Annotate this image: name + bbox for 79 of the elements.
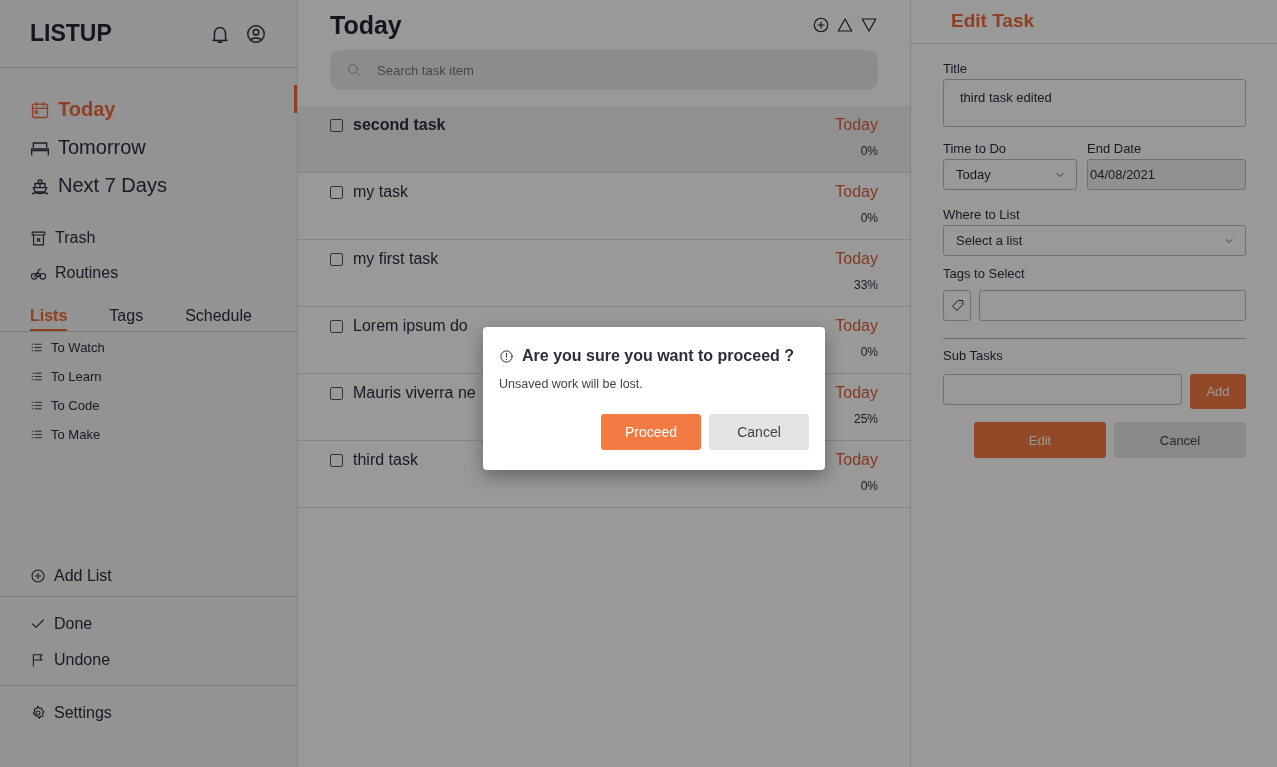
list-dropdown[interactable]: Select a list xyxy=(943,225,1246,256)
due-label: Today xyxy=(835,451,878,469)
due-label: Today xyxy=(835,250,878,268)
tag-button[interactable] xyxy=(943,290,971,321)
add-icon xyxy=(812,16,830,34)
calendar-icon xyxy=(30,99,50,120)
nav-item[interactable]: Routines xyxy=(55,264,119,282)
due-label: Today xyxy=(835,317,878,335)
tags-field[interactable] xyxy=(979,290,1246,321)
nav-item[interactable]: Tomorrow xyxy=(58,136,146,159)
progress-text: 0% xyxy=(860,345,878,359)
progress-text: 0% xyxy=(860,144,878,158)
panel-title: Edit Task xyxy=(951,10,1035,31)
filter-item[interactable]: Undone xyxy=(54,651,111,669)
field-label: Time to Do xyxy=(943,141,1008,156)
checkbox[interactable] xyxy=(330,118,343,132)
list-icon xyxy=(30,399,43,412)
checkbox[interactable] xyxy=(330,319,343,333)
checkbox[interactable] xyxy=(330,252,343,266)
field-label: Sub Tasks xyxy=(943,348,1004,363)
checkbox[interactable] xyxy=(330,386,343,400)
user-icon xyxy=(245,22,267,45)
list-icon xyxy=(30,370,43,383)
field-label: Tags to Select xyxy=(943,266,1026,281)
date-field[interactable]: 04/08/2021 xyxy=(1087,159,1246,190)
settings-link[interactable]: Settings xyxy=(54,704,112,722)
progress-text: 0% xyxy=(860,479,878,493)
tab[interactable]: Tags xyxy=(109,307,144,331)
list-item[interactable]: To Code xyxy=(51,398,100,413)
triangle-down-icon xyxy=(860,16,878,34)
due-label: Today xyxy=(835,384,878,402)
field-label: Where to List xyxy=(943,207,1021,222)
cancel-button[interactable]: Cancel xyxy=(1114,422,1246,458)
list-icon xyxy=(30,428,43,441)
flag-icon xyxy=(30,652,46,668)
task-title: third task xyxy=(353,451,419,469)
active-indicator xyxy=(294,85,297,113)
plus-circle-icon xyxy=(30,568,46,584)
task-title: second task xyxy=(353,116,447,134)
nav-item[interactable]: Next 7 Days xyxy=(58,174,167,197)
list-item[interactable]: To Watch xyxy=(51,340,105,355)
checkbox[interactable] xyxy=(330,453,343,467)
due-label: Today xyxy=(835,183,878,201)
checkbox[interactable] xyxy=(330,185,343,199)
task-title: my first task xyxy=(353,250,440,268)
progress-text: 25% xyxy=(853,412,878,426)
trash-icon xyxy=(30,229,47,247)
progress-text: 0% xyxy=(860,211,878,225)
settings-icon xyxy=(30,705,46,721)
alert-icon xyxy=(499,348,514,364)
due-label: Today xyxy=(835,116,878,134)
app-logo: LISTUP xyxy=(30,20,113,47)
dialog-title: Are you sure you want to proceed ? xyxy=(522,347,795,365)
tab[interactable]: Schedule xyxy=(185,307,252,331)
task-title: Lorem ipsum do xyxy=(353,317,469,335)
task-row[interactable]: my first task Today 33% xyxy=(298,240,910,307)
list-icon xyxy=(30,341,43,354)
task-title: my task xyxy=(353,183,410,201)
field-label: End Date xyxy=(1087,141,1143,156)
tag-icon xyxy=(949,298,965,313)
page-title: Today xyxy=(330,10,403,40)
search-field[interactable]: Search task item xyxy=(330,50,878,90)
filter-item[interactable]: Done xyxy=(54,615,93,633)
task-row[interactable]: my task Today 0% xyxy=(298,173,910,240)
nav-item[interactable]: Trash xyxy=(55,229,96,247)
task-row[interactable]: second task Today 0% xyxy=(298,106,910,173)
dialog-message: Unsaved work will be lost. xyxy=(499,377,644,391)
progress-text: 33% xyxy=(853,278,878,292)
cancel-button[interactable]: Cancel xyxy=(709,414,809,450)
subtask-field[interactable] xyxy=(943,374,1182,405)
field-label: Title xyxy=(943,61,969,76)
search-icon xyxy=(346,62,361,77)
list-item[interactable]: To Learn xyxy=(51,369,102,384)
time-dropdown[interactable]: Today xyxy=(943,159,1077,190)
title-field[interactable]: third task edited xyxy=(943,79,1246,127)
list-item[interactable]: To Make xyxy=(51,427,101,442)
triangle-up-icon xyxy=(836,16,854,34)
add-list-link[interactable]: Add List xyxy=(54,567,112,585)
task-title: Mauris viverra ne xyxy=(353,384,477,402)
